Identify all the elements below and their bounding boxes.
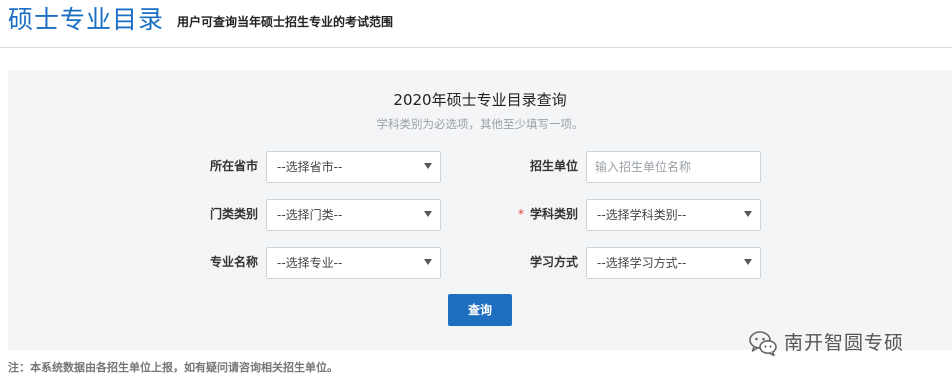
category-label: 门类类别 [209,207,258,221]
header-divider [0,47,952,48]
page-header: 硕士专业目录 用户可查询当年硕士招生专业的考试范围 [0,0,952,48]
major-select[interactable]: --选择专业-- [266,247,441,279]
wechat-icon [749,331,777,357]
watermark-text: 南开智圆专硕 [784,332,905,354]
chevron-down-icon [424,163,432,169]
subject-label: 学科类别 [529,207,578,221]
watermark: 南开智圆专硕 [748,325,904,361]
form-hint: 学科类别为必选项，其他至少填写一项。 [376,117,584,131]
footer-note: 注：本系统数据由各招生单位上报，如有疑问请咨询相关招生单位。 [8,361,338,374]
major-label: 专业名称 [209,255,258,269]
page-subtitle: 用户可查询当年硕士招生专业的考试范围 [177,15,394,29]
unit-input[interactable] [586,151,761,183]
subject-select[interactable]: --选择学科类别-- [586,199,761,231]
query-button[interactable]: 查询 [448,294,512,326]
study-mode-label: 学习方式 [529,255,578,269]
category-select[interactable]: --选择门类-- [266,199,441,231]
province-select[interactable]: --选择省市-- [266,151,441,183]
subject-select-value: --选择学科类别-- [597,208,687,222]
unit-label: 招生单位 [529,159,578,173]
study-mode-select-value: --选择学习方式-- [597,256,687,270]
page-title: 硕士专业目录 [8,5,165,34]
chevron-down-icon [424,259,432,265]
chevron-down-icon [744,259,752,265]
chevron-down-icon [424,211,432,217]
province-label: 所在省市 [209,159,258,173]
form-title: 2020年硕士专业目录查询 [393,91,567,109]
category-select-value: --选择门类-- [277,208,343,222]
province-select-value: --选择省市-- [277,160,343,174]
study-mode-select[interactable]: --选择学习方式-- [586,247,761,279]
chevron-down-icon [744,211,752,217]
major-select-value: --选择专业-- [277,256,343,270]
